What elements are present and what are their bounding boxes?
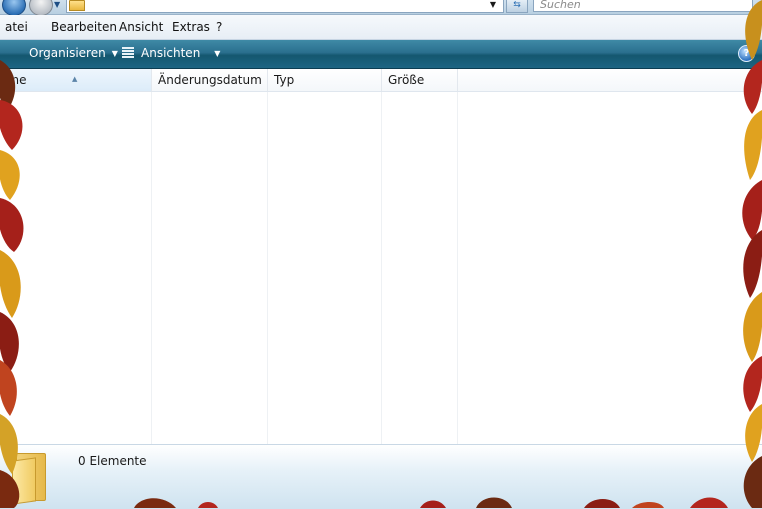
chevron-down-icon: ▼	[111, 49, 118, 58]
menu-bar: atei Bearbeiten Ansicht Extras ?	[0, 15, 762, 40]
address-dropdown-icon[interactable]: ▼	[486, 0, 500, 12]
details-pane: 0 Elemente	[0, 444, 762, 509]
folder-icon	[69, 0, 85, 11]
column-divider	[457, 92, 458, 444]
views-label: Ansichten	[141, 46, 201, 60]
search-input[interactable]: Suchen	[533, 0, 753, 12]
refresh-icon[interactable]: ⇆	[506, 0, 528, 13]
menu-help[interactable]: ?	[216, 20, 222, 34]
column-size-label: Größe	[388, 73, 425, 87]
address-bar-row: ▼ ▼ ⇆ Suchen	[0, 0, 762, 16]
sort-ascending-icon: ▲	[72, 75, 78, 83]
menu-view[interactable]: Ansicht	[119, 20, 163, 34]
back-button[interactable]	[2, 0, 26, 16]
address-field[interactable]	[66, 0, 504, 13]
views-button[interactable]: Ansichten ▼	[141, 46, 220, 60]
column-divider	[151, 92, 152, 444]
column-size[interactable]: Größe	[382, 69, 458, 91]
column-date[interactable]: Änderungsdatum	[152, 69, 268, 91]
menu-file[interactable]: atei	[5, 20, 28, 34]
menu-edit[interactable]: Bearbeiten	[51, 20, 117, 34]
organize-label: Organisieren	[29, 46, 106, 60]
folder-large-icon	[12, 453, 46, 505]
help-icon[interactable]: ?	[738, 45, 755, 62]
views-icon	[122, 47, 134, 59]
menu-extras[interactable]: Extras	[172, 20, 210, 34]
column-date-label: Änderungsdatum	[158, 73, 262, 87]
column-header: eme ▲ Änderungsdatum Typ Größe	[0, 69, 762, 92]
chevron-down-icon: ▼	[214, 49, 221, 58]
item-count: 0 Elemente	[78, 454, 147, 468]
organize-button[interactable]: Organisieren ▼	[29, 46, 118, 60]
column-name[interactable]: eme ▲	[0, 69, 152, 91]
column-divider	[267, 92, 268, 444]
column-name-label: eme	[0, 73, 27, 87]
forward-button[interactable]	[29, 0, 53, 16]
column-type[interactable]: Typ	[268, 69, 382, 91]
command-bar: Organisieren ▼ Ansichten ▼ ?	[0, 40, 762, 69]
column-divider	[381, 92, 382, 444]
recent-pages-dropdown-icon[interactable]: ▼	[54, 0, 64, 10]
file-list[interactable]	[0, 92, 762, 444]
column-type-label: Typ	[274, 73, 295, 87]
